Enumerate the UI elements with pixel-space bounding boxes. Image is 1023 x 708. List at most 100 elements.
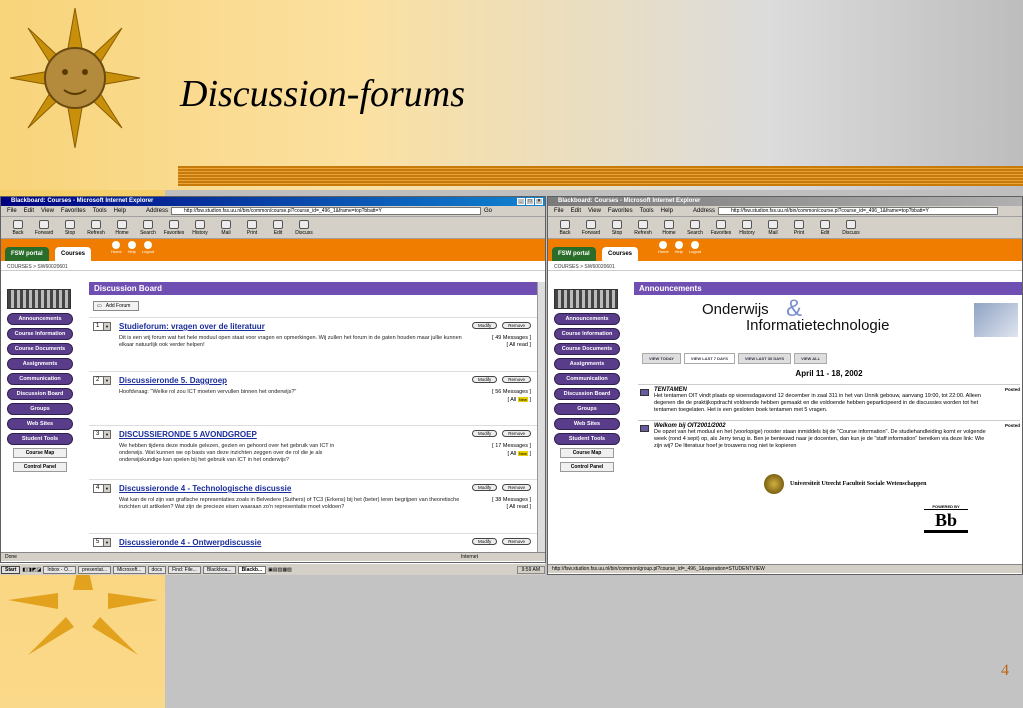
search-button[interactable]: Search [137, 220, 159, 236]
discuss-button[interactable]: Discuss [840, 220, 862, 236]
menu-view[interactable]: View [41, 208, 54, 214]
modify-button[interactable]: Modify [471, 322, 498, 329]
nav-groups[interactable]: Groups [7, 403, 73, 415]
forum-order-select[interactable]: 1 ▼ [93, 322, 111, 331]
menu-file[interactable]: File [7, 208, 17, 214]
nav-course-map[interactable]: Course Map [560, 448, 614, 458]
forum-order-select[interactable]: 4 ▼ [93, 484, 111, 493]
forum-title-link[interactable]: Studieforum: vragen over de literatuur [119, 322, 265, 331]
back-button[interactable]: Back [554, 220, 576, 236]
modify-button[interactable]: Modify [471, 430, 498, 437]
modify-button[interactable]: Modify [471, 484, 498, 491]
remove-button[interactable]: Remove [502, 484, 531, 491]
tab-courses[interactable]: Courses [602, 247, 639, 261]
tab-fsw-portal[interactable]: FSW portal [552, 247, 596, 261]
nav-communication[interactable]: Communication [554, 373, 620, 385]
task-blackboard-1[interactable]: Blackboa... [202, 565, 236, 574]
menu-edit[interactable]: Edit [24, 208, 34, 214]
maximize-icon[interactable]: □ [526, 198, 534, 205]
nav-web-sites[interactable]: Web Sites [7, 418, 73, 430]
nav-control-panel[interactable]: Control Panel [13, 462, 67, 472]
nav-announcements[interactable]: Announcements [554, 313, 620, 325]
header-logout[interactable]: Logout [142, 241, 154, 254]
nav-web-sites[interactable]: Web Sites [554, 418, 620, 430]
remove-button[interactable]: Remove [502, 538, 531, 545]
message-count[interactable]: [ 49 Messages ] [492, 335, 531, 342]
edit-button[interactable]: Edit [814, 220, 836, 236]
task-inbox[interactable]: Inbox - O... [43, 565, 77, 574]
message-count[interactable]: [ 17 Messages ] [492, 443, 531, 450]
tab-view-today[interactable]: VIEW TODAY [642, 353, 681, 364]
menu-help[interactable]: Help [661, 208, 673, 214]
tab-view-all[interactable]: VIEW ALL [794, 353, 828, 364]
nav-course-map[interactable]: Course Map [13, 448, 67, 458]
nav-course-information[interactable]: Course Information [7, 328, 73, 340]
remove-button[interactable]: Remove [502, 376, 531, 383]
menu-file[interactable]: File [554, 208, 564, 214]
minimize-icon[interactable]: _ [517, 198, 525, 205]
stop-button[interactable]: Stop [59, 220, 81, 236]
header-help[interactable]: Help [128, 241, 136, 254]
modify-button[interactable]: Modify [471, 376, 498, 383]
address-bar[interactable]: http://fsw.studion.fss.uu.nl/bin/common/… [718, 207, 999, 215]
mail-button[interactable]: Mail [215, 220, 237, 236]
discuss-button[interactable]: Discuss [293, 220, 315, 236]
forum-order-select[interactable]: 2 ▼ [93, 376, 111, 385]
refresh-button[interactable]: Refresh [632, 220, 654, 236]
nav-course-information[interactable]: Course Information [554, 328, 620, 340]
edit-button[interactable]: Edit [267, 220, 289, 236]
nav-assignments[interactable]: Assignments [554, 358, 620, 370]
task-docs[interactable]: docs [147, 565, 167, 574]
menu-edit[interactable]: Edit [571, 208, 581, 214]
header-logout[interactable]: Logout [689, 241, 701, 254]
address-bar[interactable]: http://fsw.studion.fss.uu.nl/bin/common/… [171, 207, 482, 215]
search-button[interactable]: Search [684, 220, 706, 236]
nav-discussion-board[interactable]: Discussion Board [554, 388, 620, 400]
start-button[interactable]: Start [1, 565, 21, 574]
forum-title-link[interactable]: DISCUSSIERONDE 5 AVONDGROEP [119, 430, 257, 439]
nav-announcements[interactable]: Announcements [7, 313, 73, 325]
breadcrumb[interactable]: COURSES > SW60020601 [1, 261, 545, 271]
remove-button[interactable]: Remove [502, 322, 531, 329]
forum-title-link[interactable]: Discussieronde 4 - Technologische discus… [119, 484, 291, 493]
header-home[interactable]: Home [111, 241, 122, 254]
tab-view-last-30-days[interactable]: VIEW LAST 30 DAYS [737, 353, 792, 364]
header-home[interactable]: Home [658, 241, 669, 254]
tab-fsw-portal[interactable]: FSW portal [5, 247, 49, 261]
task-find-files[interactable]: Find: File... [168, 565, 201, 574]
vertical-scrollbar[interactable] [537, 282, 545, 552]
home-button[interactable]: Home [111, 220, 133, 236]
menu-view[interactable]: View [588, 208, 601, 214]
nav-control-panel[interactable]: Control Panel [560, 462, 614, 472]
task-presentation[interactable]: presentat... [78, 565, 112, 574]
task-blackboard-2[interactable]: Blackb... [237, 565, 267, 574]
forum-title-link[interactable]: Discussieronde 5. Daggroep [119, 376, 227, 385]
favorites-button[interactable]: Favorites [163, 220, 185, 236]
nav-groups[interactable]: Groups [554, 403, 620, 415]
nav-course-documents[interactable]: Course Documents [7, 343, 73, 355]
home-button[interactable]: Home [658, 220, 680, 236]
remove-button[interactable]: Remove [502, 430, 531, 437]
close-icon[interactable]: × [535, 198, 543, 205]
task-microsoft[interactable]: Microsoft... [113, 565, 146, 574]
history-button[interactable]: History [189, 220, 211, 236]
menu-favorites[interactable]: Favorites [61, 208, 86, 214]
modify-button[interactable]: Modify [471, 538, 498, 545]
menu-tools[interactable]: Tools [640, 208, 654, 214]
go-button[interactable]: Go [484, 208, 492, 214]
forum-title-link[interactable]: Discussieronde 4 - Ontwerpdiscussie [119, 538, 261, 547]
tab-view-last-7-days[interactable]: VIEW LAST 7 DAYS [683, 353, 735, 364]
favorites-button[interactable]: Favorites [710, 220, 732, 236]
forum-order-select[interactable]: 5 ▼ [93, 538, 111, 547]
mail-button[interactable]: Mail [762, 220, 784, 236]
back-button[interactable]: Back [7, 220, 29, 236]
stop-button[interactable]: Stop [606, 220, 628, 236]
refresh-button[interactable]: Refresh [85, 220, 107, 236]
message-count[interactable]: [ 38 Messages ] [492, 497, 531, 504]
nav-assignments[interactable]: Assignments [7, 358, 73, 370]
nav-communication[interactable]: Communication [7, 373, 73, 385]
add-forum-button[interactable]: ▭ Add Forum [93, 301, 140, 311]
forward-button[interactable]: Forward [33, 220, 55, 236]
print-button[interactable]: Print [241, 220, 263, 236]
nav-student-tools[interactable]: Student Tools [7, 433, 73, 445]
